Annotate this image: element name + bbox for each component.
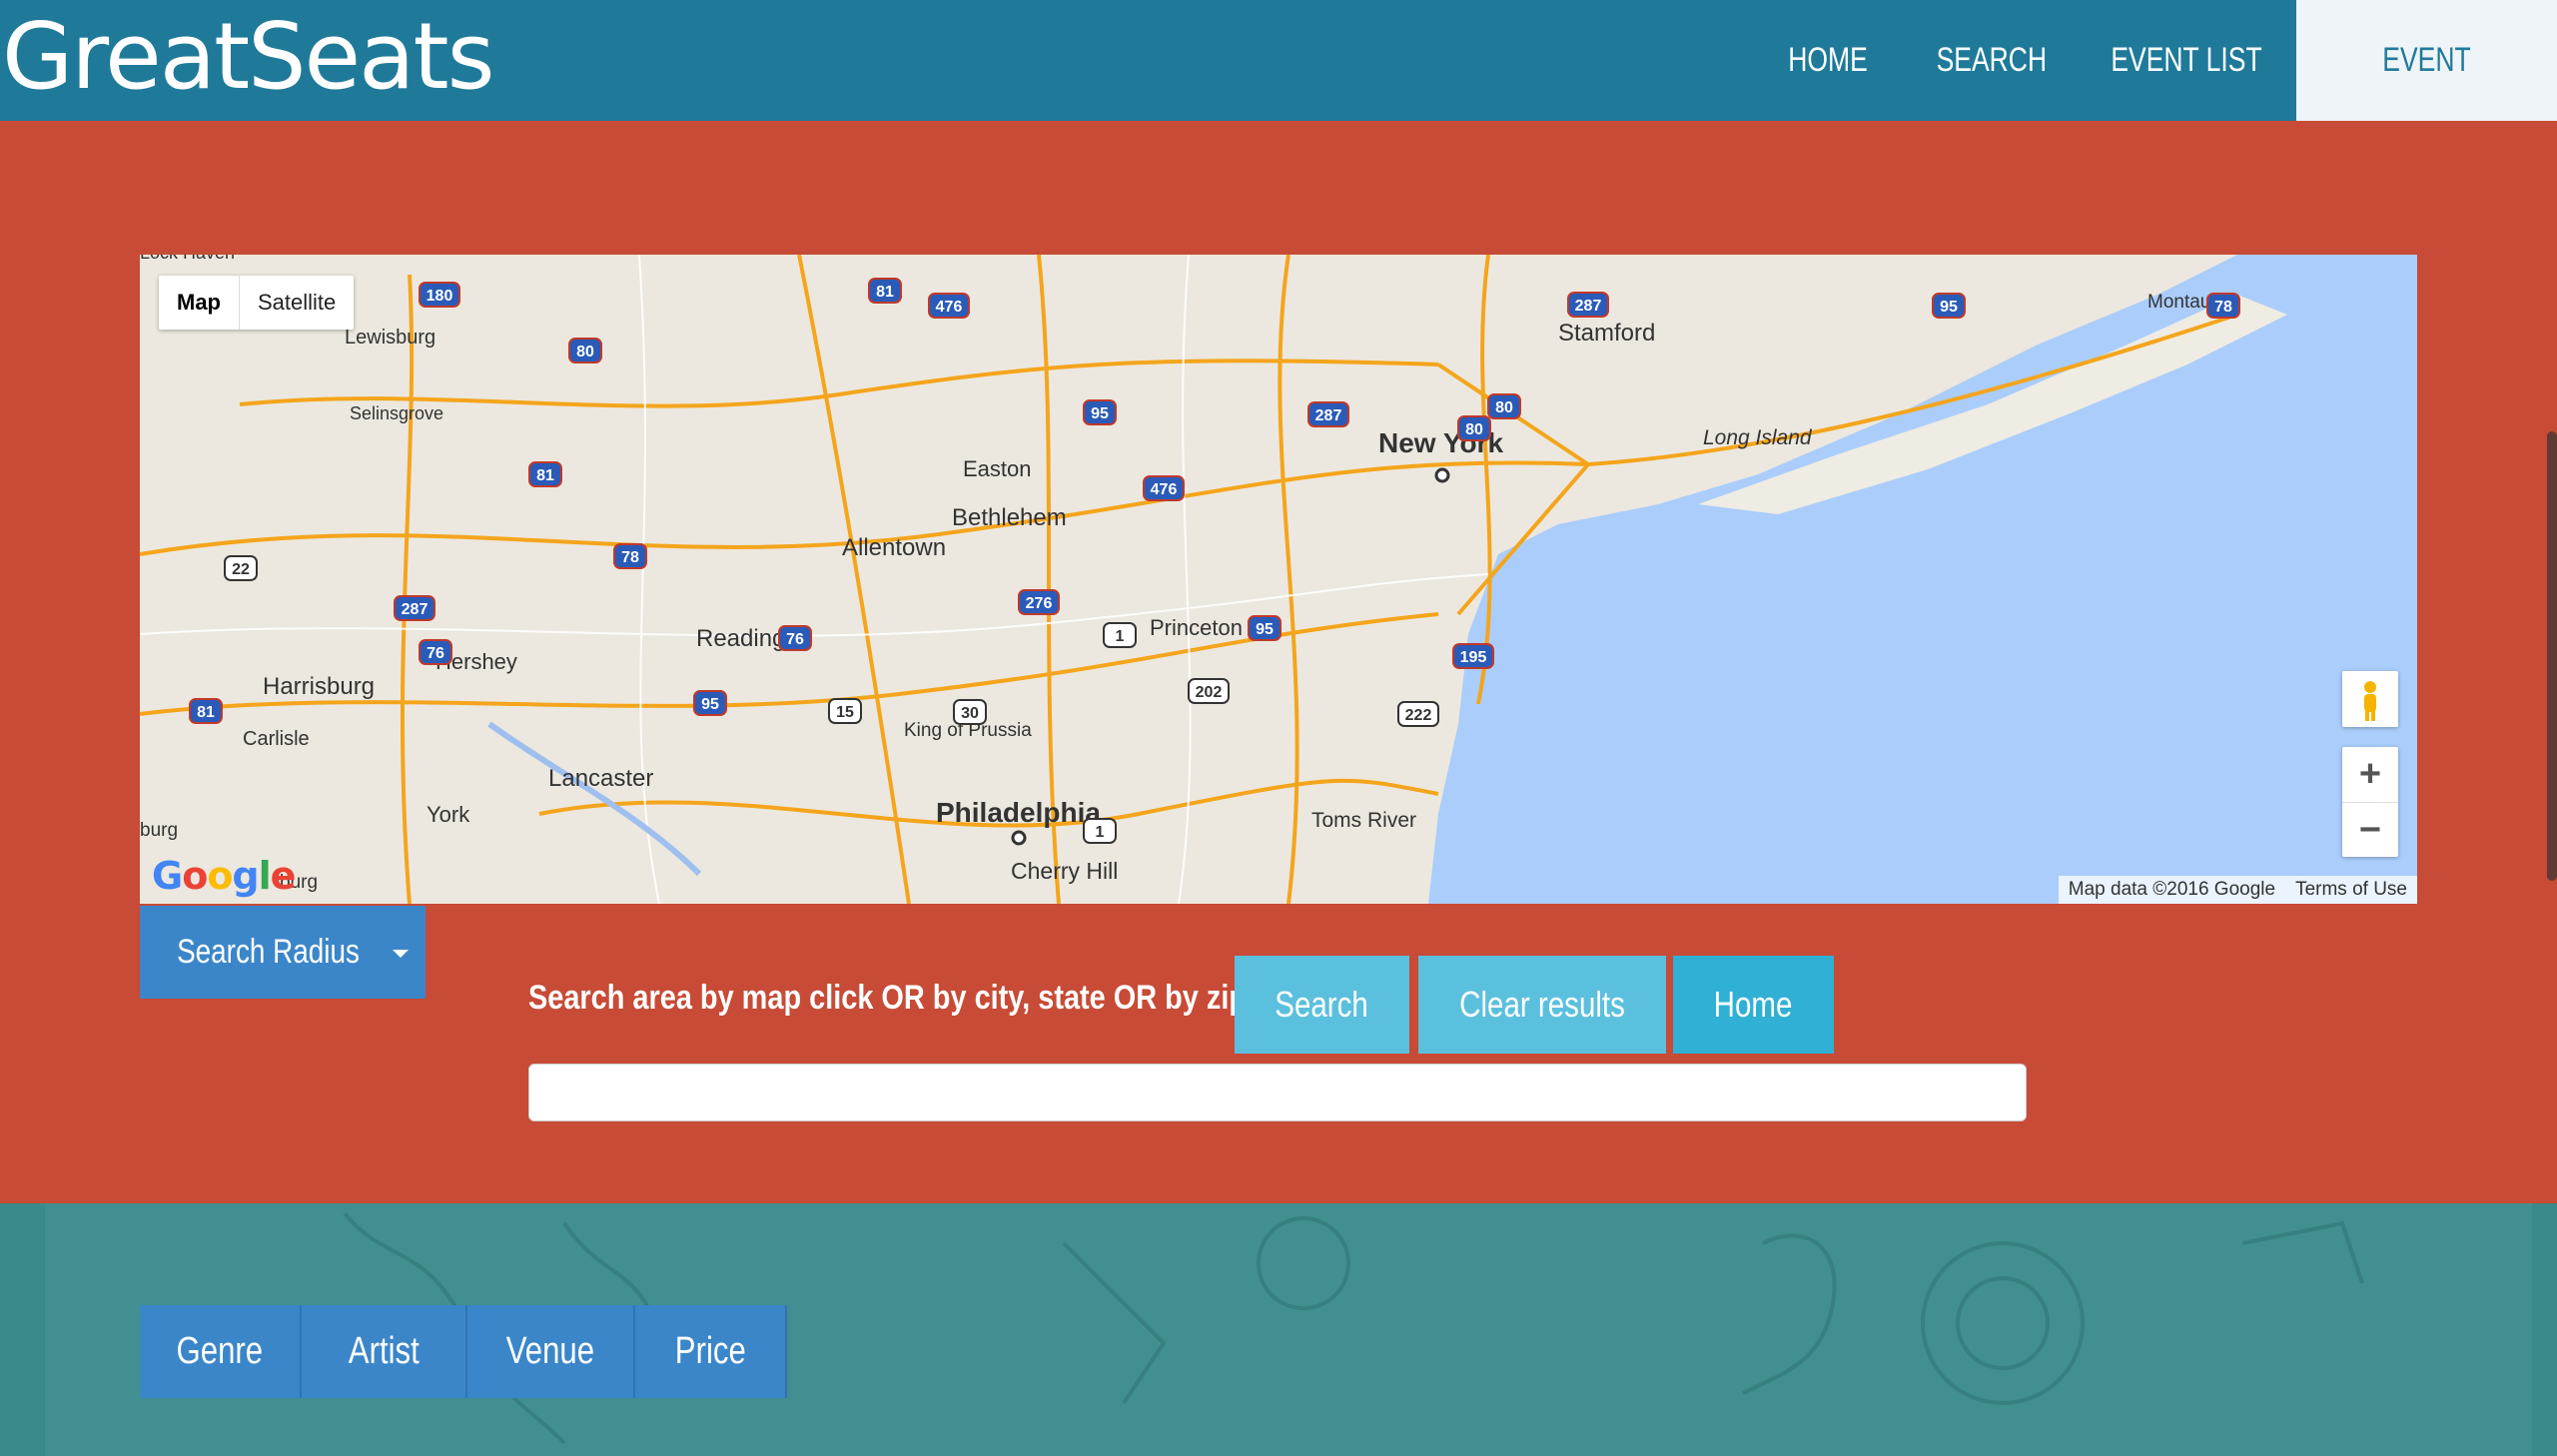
location-search-input[interactable]	[528, 1064, 2027, 1121]
place-label: Philadelphia	[936, 797, 1101, 828]
route-shield-label: 95	[701, 696, 719, 713]
zoom-control: + −	[2342, 747, 2398, 857]
brand-logo[interactable]: GreatSeats	[2, 0, 495, 117]
search-radius-label: Search Radius	[176, 933, 360, 971]
route-shield-label: 80	[1465, 421, 1483, 438]
place-label: Lewisburg	[345, 327, 435, 349]
map-type-satellite-button[interactable]: Satellite	[240, 276, 354, 330]
pegman-icon	[2364, 681, 2376, 721]
route-shield-label: 202	[1196, 684, 1223, 701]
search-instructions: Search area by map click OR by city, sta…	[528, 979, 1248, 1017]
place-label: Stamford	[1558, 320, 1655, 347]
google-logo: Google	[152, 854, 296, 898]
search-button[interactable]: Search	[1235, 956, 1409, 1054]
route-shield-label: 80	[576, 344, 594, 361]
pegman-leg	[2365, 711, 2369, 721]
map-data-credit: Map data ©2016 Google	[2068, 879, 2276, 900]
page-scrollbar[interactable]	[2547, 431, 2557, 881]
route-shield-label: 1	[1116, 628, 1125, 645]
place-label: Reading	[696, 625, 785, 652]
route-shield-label: 287	[1575, 298, 1602, 315]
zoom-in-button[interactable]: +	[2342, 747, 2398, 803]
route-shield-label: 22	[232, 561, 250, 578]
zoom-out-button[interactable]: −	[2342, 803, 2398, 858]
route-shield-label: 476	[936, 299, 963, 316]
sketch-trombone-bell	[1956, 1276, 2050, 1370]
map-canvas[interactable]: Lock Haven Lewisburg Selinsgrove Stamfor…	[140, 255, 2417, 904]
route-shield-label: 76	[786, 631, 804, 648]
route-shield-label: 287	[1315, 407, 1342, 424]
sketch-head	[1257, 1216, 1350, 1310]
place-label: burg	[140, 820, 178, 841]
route-shield-label: 15	[836, 704, 854, 721]
place-label: Easton	[963, 456, 1032, 481]
sketch-line	[2241, 1220, 2364, 1284]
route-shield-label: 81	[536, 467, 554, 484]
city-marker	[1011, 830, 1027, 846]
route-shield-label: 95	[1256, 621, 1274, 638]
tab-genre[interactable]: Genre	[140, 1305, 302, 1398]
pegman-body	[2364, 694, 2376, 712]
route-shield-label: 195	[1460, 649, 1487, 666]
route-shield-label: 476	[1151, 481, 1178, 498]
map-type-map-button[interactable]: Map	[159, 276, 240, 330]
route-shield-label: 30	[961, 705, 979, 722]
main-nav: HOME SEARCH EVENT LIST EVENT DETAILS	[1749, 0, 2557, 200]
nav-event-details[interactable]: EVENT DETAILS	[2296, 0, 2557, 200]
place-label: Bethlehem	[952, 504, 1067, 531]
sketch-line	[1062, 1241, 1167, 1405]
route-shield-label: 81	[197, 704, 215, 721]
place-label: Lancaster	[548, 765, 653, 792]
site-header: GreatSeats HOME SEARCH EVENT LIST EVENT …	[0, 0, 2557, 200]
place-label: Lock Haven	[140, 255, 235, 263]
terms-of-use-link[interactable]: Terms of Use	[2285, 876, 2417, 904]
map-type-toggle: Map Satellite	[159, 276, 355, 330]
nav-home[interactable]: HOME	[1749, 0, 1907, 121]
home-button[interactable]: Home	[1673, 956, 1834, 1054]
place-label: Carlisle	[243, 728, 310, 750]
place-label: Harrisburg	[263, 673, 375, 700]
route-shield-label: 76	[426, 645, 444, 662]
map-attribution: Map data ©2016 Google Terms of Use	[2058, 876, 2417, 904]
route-shield-label: 276	[1026, 595, 1053, 612]
place-label: Long Island	[1703, 426, 1813, 449]
route-shield-label: 287	[402, 601, 428, 618]
route-shield-label: 78	[621, 549, 639, 566]
search-radius-dropdown[interactable]: Search Radius	[140, 906, 426, 999]
place-label: Cherry Hill	[1011, 858, 1118, 884]
caret-down-icon	[393, 950, 410, 959]
sketch-trombone-bell	[1921, 1241, 2085, 1405]
street-view-pegman-icon[interactable]	[2342, 671, 2398, 727]
filter-tabs: Genre Artist Venue Price	[140, 1305, 787, 1398]
route-shield-label: 95	[1940, 299, 1958, 316]
city-marker	[1434, 467, 1450, 483]
sketch-line	[1742, 1233, 1837, 1395]
place-label: Princeton	[1150, 615, 1243, 640]
route-shield-label: 1	[1096, 824, 1105, 841]
place-label: Selinsgrove	[350, 403, 443, 423]
place-label: York	[426, 802, 470, 827]
nav-search[interactable]: SEARCH	[1907, 0, 2077, 121]
route-shield-label: 80	[1495, 399, 1513, 416]
route-shield-label: 78	[2214, 299, 2232, 316]
place-label: Toms River	[1311, 809, 1416, 832]
map-view[interactable]: Lock Haven Lewisburg Selinsgrove Stamfor…	[140, 255, 2417, 904]
tab-price[interactable]: Price	[635, 1305, 787, 1398]
route-shield-label: 222	[1405, 707, 1432, 724]
tab-artist[interactable]: Artist	[302, 1305, 467, 1398]
clear-results-button[interactable]: Clear results	[1418, 956, 1666, 1054]
pegman-leg	[2371, 711, 2375, 721]
route-shield-label: 95	[1091, 405, 1109, 422]
nav-event-list[interactable]: EVENT LIST	[2077, 0, 2296, 121]
route-shield-label: 180	[426, 288, 453, 305]
pegman-head	[2364, 681, 2376, 693]
place-label: Allentown	[842, 534, 946, 561]
tab-venue[interactable]: Venue	[467, 1305, 635, 1398]
route-shield-label: 81	[876, 284, 894, 301]
